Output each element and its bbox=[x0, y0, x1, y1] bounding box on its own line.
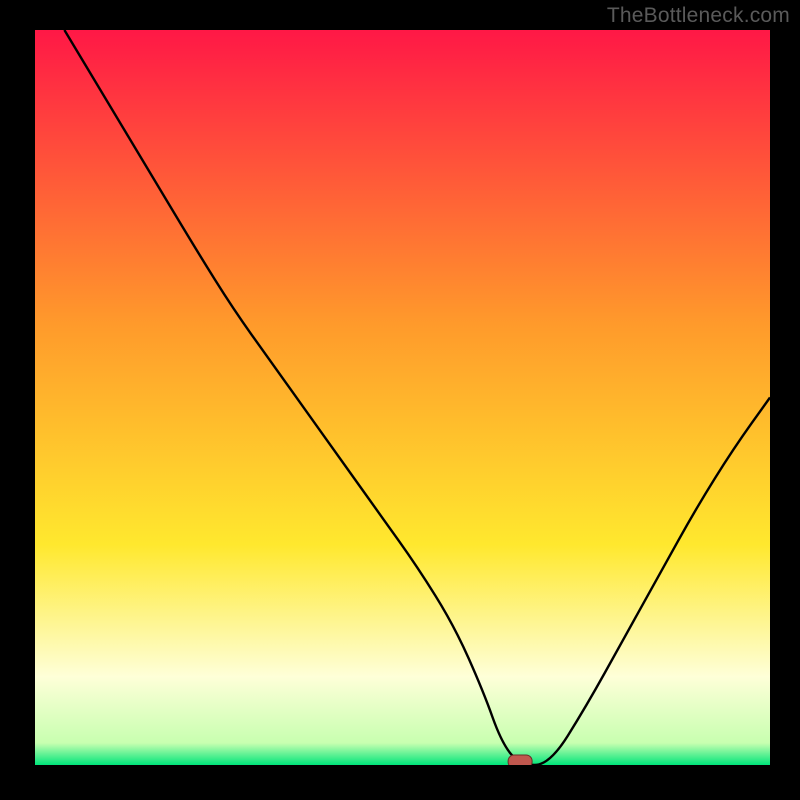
optimal-marker bbox=[508, 755, 532, 765]
chart-svg bbox=[35, 30, 770, 765]
plot-area bbox=[35, 30, 770, 765]
watermark-text: TheBottleneck.com bbox=[607, 4, 790, 28]
gradient-background bbox=[35, 30, 770, 765]
chart-container: TheBottleneck.com bbox=[0, 0, 800, 800]
